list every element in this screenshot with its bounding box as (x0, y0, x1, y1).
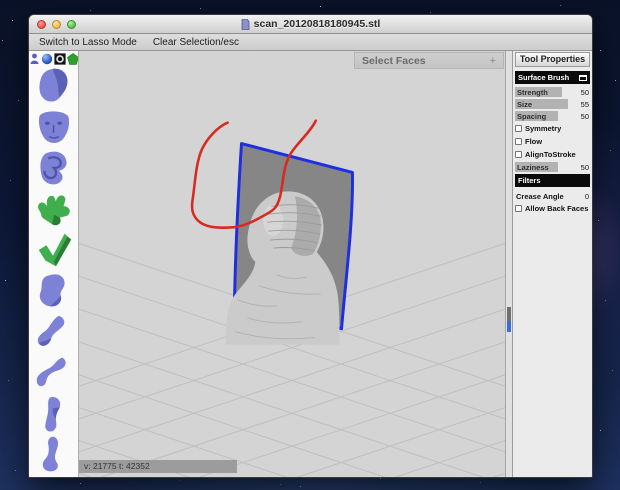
symmetry-label: Symmetry (525, 124, 562, 133)
minimize-button[interactable] (52, 20, 61, 29)
viewport-scrollbar[interactable] (505, 51, 512, 477)
main-content: Select Faces + v: 21775 t: 42352 Tool Pr… (29, 51, 592, 477)
allow-back-faces-row[interactable]: Allow Back Faces (515, 204, 590, 214)
strength-label: Strength (517, 87, 548, 97)
model-thumbnail-limb2[interactable] (33, 353, 75, 393)
material-icon[interactable] (53, 53, 66, 65)
spacing-label: Spacing (517, 111, 547, 121)
mesh-stats-text: v: 21775 t: 42352 (84, 461, 150, 471)
model-thumbnail-limb[interactable] (33, 312, 75, 352)
model-thumbnail-hand[interactable] (33, 189, 75, 229)
aligntostroke-label: AlignToStroke (525, 150, 576, 159)
scene-canvas (79, 119, 505, 477)
size-value: 55 (580, 99, 589, 109)
window-title: scan_20120818180945.stl (253, 18, 381, 30)
model-thumbnail-torso[interactable] (33, 271, 75, 311)
flow-checkbox[interactable] (515, 138, 522, 145)
scrollbar-thumb[interactable] (507, 307, 511, 321)
title-bar[interactable]: scan_20120818180945.stl (29, 15, 592, 34)
document-icon (241, 18, 250, 30)
thumbnail-list (33, 66, 75, 475)
selection-mode-dropdown[interactable]: Select Faces + (354, 52, 504, 69)
zoom-button[interactable] (67, 20, 76, 29)
surface-brush-title: Surface Brush (518, 73, 570, 82)
traffic-lights (37, 20, 76, 29)
sidebar-icon-row (29, 51, 79, 66)
strength-value: 50 (580, 87, 589, 97)
flow-checkbox-row[interactable]: Flow (515, 137, 590, 147)
allow-back-faces-label: Allow Back Faces (525, 204, 589, 213)
switch-lasso-mode-button[interactable]: Switch to Lasso Mode (39, 37, 137, 48)
strength-slider[interactable]: Strength 50 (515, 87, 590, 97)
symmetry-checkbox[interactable] (515, 125, 522, 132)
surface-brush-section-header[interactable]: Surface Brush (515, 71, 590, 84)
symmetry-checkbox-row[interactable]: Symmetry (515, 124, 590, 134)
model-thumbnail-head[interactable] (33, 66, 75, 106)
scrollbar-thumb-accent[interactable] (507, 321, 511, 332)
sphere-icon[interactable] (41, 53, 53, 65)
size-slider[interactable]: Size 55 (515, 99, 590, 109)
app-window: scan_20120818180945.stl Switch to Lasso … (28, 14, 593, 478)
window-title-area: scan_20120818180945.stl (241, 18, 381, 30)
laziness-value: 50 (580, 162, 589, 172)
desktop-background: scan_20120818180945.stl Switch to Lasso … (0, 0, 620, 490)
tool-properties-panel: Tool Properties Surface Brush Strength 5… (512, 51, 592, 477)
crease-angle-value: 0 (584, 192, 589, 201)
spacing-slider[interactable]: Spacing 50 (515, 111, 590, 121)
model-sidebar (29, 51, 79, 477)
model-thumbnail-ear[interactable] (33, 148, 75, 188)
filters-section-header[interactable]: Filters (515, 174, 590, 187)
model-thumbnail-face[interactable] (33, 107, 75, 147)
spacing-value: 50 (580, 111, 589, 121)
model-thumbnail-leg[interactable] (33, 394, 75, 434)
crease-angle-label: Crease Angle (516, 192, 564, 201)
laziness-label: Laziness (517, 162, 549, 172)
polygon-icon[interactable] (66, 53, 79, 65)
selection-mode-label: Select Faces (362, 54, 426, 67)
laziness-slider[interactable]: Laziness 50 (515, 162, 590, 172)
person-icon[interactable] (29, 53, 40, 65)
close-button[interactable] (37, 20, 46, 29)
flow-label: Flow (525, 137, 543, 146)
clear-selection-button[interactable]: Clear Selection/esc (153, 37, 239, 48)
crease-angle-row[interactable]: Crease Angle 0 (515, 191, 590, 202)
mesh-stats-bar: v: 21775 t: 42352 (79, 460, 237, 473)
model-thumbnail-foot[interactable] (33, 435, 75, 475)
popout-icon[interactable] (579, 74, 587, 81)
stars-decoration (0, 0, 1, 1)
aligntostroke-checkbox[interactable] (515, 151, 522, 158)
viewport-3d[interactable]: Select Faces + v: 21775 t: 42352 (79, 51, 505, 477)
model-thumbnail-check[interactable] (33, 230, 75, 270)
allow-back-faces-checkbox[interactable] (515, 205, 522, 212)
dropdown-expander-icon: + (489, 54, 496, 67)
aligntostroke-checkbox-row[interactable]: AlignToStroke (515, 150, 590, 160)
tool-properties-header[interactable]: Tool Properties (515, 52, 590, 67)
size-label: Size (517, 99, 533, 109)
toolbar: Switch to Lasso Mode Clear Selection/esc (29, 34, 592, 51)
filters-title: Filters (518, 176, 541, 185)
